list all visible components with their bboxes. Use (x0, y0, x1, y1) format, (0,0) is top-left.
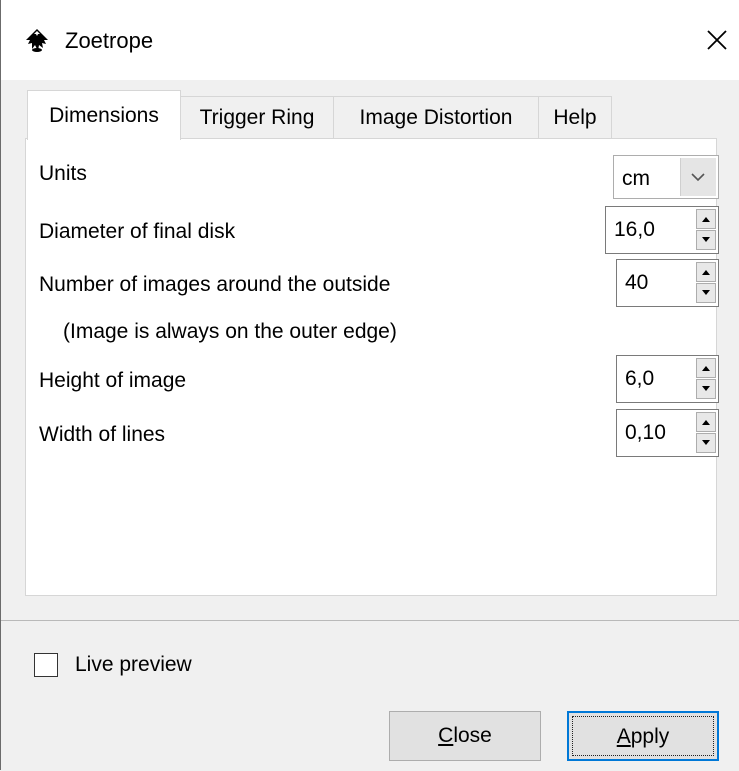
chevron-down-icon[interactable] (680, 158, 716, 196)
tab-help[interactable]: Help (538, 96, 612, 138)
apply-button[interactable]: Apply (567, 711, 719, 761)
diameter-label: Diameter of final disk (39, 220, 236, 243)
tab-image-distortion[interactable]: Image Distortion (333, 96, 539, 138)
spin-down-icon[interactable] (696, 433, 716, 453)
num-images-value: 40 (625, 271, 649, 294)
close-icon[interactable] (701, 24, 733, 56)
units-select[interactable]: cm (613, 155, 719, 199)
line-width-value: 0,10 (625, 421, 666, 444)
tab-dimensions[interactable]: Dimensions (27, 90, 181, 140)
spin-arrows (696, 262, 716, 304)
close-mnemonic: C (438, 724, 454, 747)
line-width-label: Width of lines (39, 423, 166, 446)
tab-label: Help (553, 106, 597, 129)
tab-trigger-ring[interactable]: Trigger Ring (180, 96, 334, 138)
line-width-spinbox[interactable]: 0,10 (616, 409, 719, 457)
spin-up-icon[interactable] (696, 262, 716, 282)
focus-ring (572, 716, 714, 756)
live-preview-label[interactable]: Live preview (75, 651, 192, 679)
close-label-rest: lose (453, 724, 492, 747)
units-value: cm (622, 167, 650, 190)
num-images-label: Number of images around the outside (39, 273, 391, 296)
tab-label: Trigger Ring (199, 106, 315, 129)
num-images-spinbox[interactable]: 40 (616, 259, 719, 307)
spin-down-icon[interactable] (696, 379, 716, 399)
close-button[interactable]: Close (389, 711, 541, 761)
diameter-spinbox[interactable]: 16,0 (605, 206, 719, 254)
tab-label: Dimensions (49, 104, 159, 127)
spin-arrows (696, 412, 716, 454)
height-spinbox[interactable]: 6,0 (616, 355, 719, 403)
diameter-value: 16,0 (614, 218, 655, 241)
spin-arrows (696, 358, 716, 400)
height-label: Height of image (39, 369, 187, 392)
units-label: Units (39, 162, 87, 185)
inkscape-logo-icon (23, 28, 51, 54)
footer-divider (1, 620, 739, 621)
spin-down-icon[interactable] (696, 283, 716, 303)
spin-up-icon[interactable] (696, 209, 716, 229)
spin-arrows (696, 209, 716, 251)
outer-edge-note: (Image is always on the outer edge) (63, 320, 397, 343)
tab-label: Image Distortion (359, 106, 513, 129)
window-title: Zoetrope (65, 28, 154, 53)
title-bar: Zoetrope (1, 0, 739, 80)
height-value: 6,0 (625, 367, 655, 390)
spin-down-icon[interactable] (696, 230, 716, 250)
zoetrope-dialog: Zoetrope Dimensions Trigger Ring Image D… (0, 0, 739, 770)
live-preview-checkbox[interactable] (34, 653, 58, 677)
spin-up-icon[interactable] (696, 412, 716, 432)
spin-up-icon[interactable] (696, 358, 716, 378)
